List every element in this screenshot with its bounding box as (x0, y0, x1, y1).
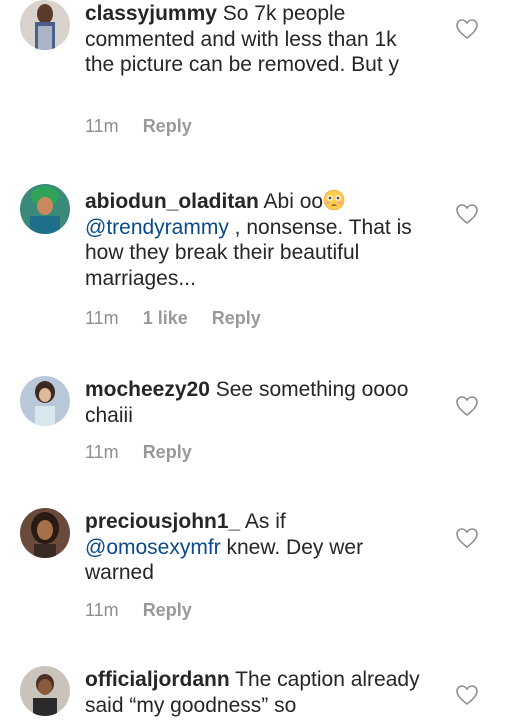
heart-icon[interactable] (455, 18, 479, 40)
comment-username[interactable]: preciousjohn1_ (85, 510, 240, 533)
heart-icon[interactable] (455, 203, 479, 225)
comment-time: 11m (85, 116, 119, 136)
comment-text: classyjummy So 7k people commented and w… (85, 1, 425, 78)
heart-icon[interactable] (455, 527, 479, 549)
comment-text: officialjordann The caption already said… (85, 667, 425, 718)
reply-button[interactable]: Reply (143, 442, 192, 463)
avatar[interactable] (20, 376, 70, 426)
comment-username[interactable]: classyjummy (85, 2, 217, 25)
comment-meta: 11m Reply (85, 442, 216, 463)
avatar[interactable] (20, 184, 70, 234)
comment-username[interactable]: abiodun_oladitan (85, 190, 259, 213)
comment-meta: 11m Reply (85, 116, 216, 137)
comment-text: mocheezy20 See something oooo chaiii (85, 377, 425, 428)
likes-count-button[interactable]: 1 like (143, 308, 188, 329)
reply-button[interactable]: Reply (212, 308, 261, 329)
comment-time: 11m (85, 308, 119, 328)
comment-body: As if (240, 510, 286, 533)
flushed-face-emoji-icon (323, 189, 345, 211)
comment-time: 11m (85, 600, 119, 620)
comment-meta: 11m Reply (85, 600, 216, 621)
comment-time: 11m (85, 442, 119, 462)
avatar[interactable] (20, 508, 70, 558)
comment-body: Abi oo (258, 190, 324, 213)
heart-icon[interactable] (455, 684, 479, 706)
reply-button[interactable]: Reply (143, 116, 192, 137)
comment-text: preciousjohn1_ As if @omosexymfr knew. De… (85, 509, 425, 586)
heart-icon[interactable] (455, 395, 479, 417)
avatar[interactable] (20, 666, 70, 716)
comment-username[interactable]: mocheezy20 (85, 378, 210, 401)
avatar[interactable] (20, 0, 70, 50)
comment-text: abiodun_oladitan Abi oo @trendyrammy , n… (85, 189, 425, 291)
comment-username[interactable]: officialjordann (85, 668, 230, 691)
comment-meta: 11m 1 like Reply (85, 308, 285, 329)
comment-mention-link[interactable]: @trendyrammy (85, 216, 229, 239)
comment-mention-link[interactable]: @omosexymfr (85, 536, 221, 559)
reply-button[interactable]: Reply (143, 600, 192, 621)
